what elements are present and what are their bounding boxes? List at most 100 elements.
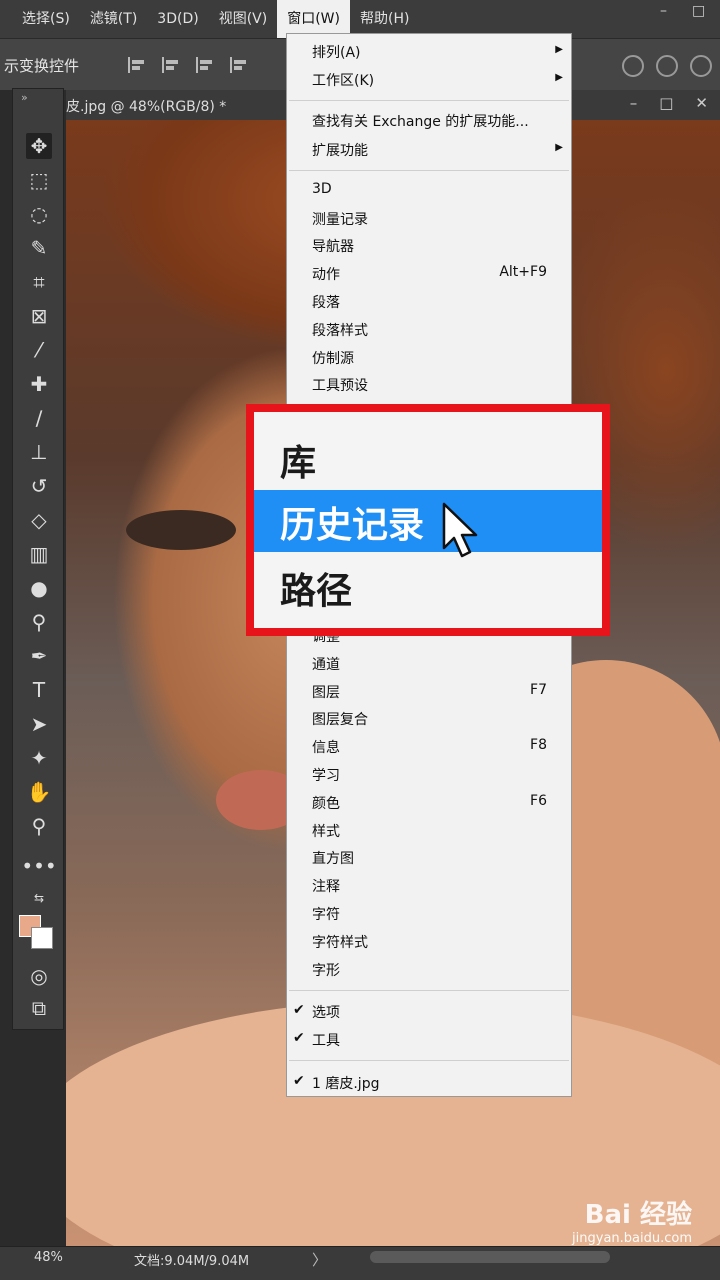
marquee-tool-icon[interactable]: ⬚: [26, 167, 52, 193]
shortcut-layers: F7: [530, 682, 547, 698]
menu-item-styles[interactable]: 样式: [312, 821, 340, 841]
menu-item-color[interactable]: 颜色: [312, 793, 340, 813]
quick-select-tool-icon[interactable]: ✎: [26, 235, 52, 261]
menu-item-measurement-log[interactable]: 测量记录: [312, 209, 368, 229]
document-size-info: 文档:9.04M/9.04M: [134, 1254, 250, 1269]
screen-mode-icon[interactable]: ⧉: [26, 995, 52, 1021]
menu-item-extensions[interactable]: 扩展功能: [312, 140, 368, 160]
lasso-tool-icon[interactable]: ◌: [26, 201, 52, 227]
submenu-arrow-icon: ▶: [555, 142, 563, 153]
menu-item-paragraph[interactable]: 段落: [312, 292, 340, 312]
callout-highlight-row[interactable]: 历史记录: [254, 490, 602, 552]
distribute-icon[interactable]: [230, 57, 248, 73]
move-tool-icon[interactable]: ✥: [26, 133, 52, 159]
maximize-icon[interactable]: □: [692, 4, 706, 18]
path-selection-tool-icon[interactable]: ➤: [26, 711, 52, 737]
eraser-tool-icon[interactable]: ◇: [26, 507, 52, 533]
align-right-icon[interactable]: [196, 57, 214, 73]
zoom-callout: 库 历史记录 路径: [246, 404, 610, 636]
custom-shape-tool-icon[interactable]: ✦: [26, 745, 52, 771]
menu-item-info[interactable]: 信息: [312, 737, 340, 757]
menu-item-character-styles[interactable]: 字符样式: [312, 932, 368, 952]
menu-item-layer-comps[interactable]: 图层复合: [312, 709, 368, 729]
menu-item-channels[interactable]: 通道: [312, 654, 340, 674]
menu-item-find-exchange[interactable]: 查找有关 Exchange 的扩展功能...: [312, 111, 529, 131]
menu-separator: [289, 1060, 569, 1061]
baidu-watermark: Bai 经验 jingyan.baidu.com: [572, 1194, 692, 1246]
menu-item-options[interactable]: 选项: [312, 1002, 340, 1022]
menu-item-histogram[interactable]: 直方图: [312, 848, 354, 868]
pan-3d-icon[interactable]: [690, 55, 712, 77]
menu-item-paragraph-styles[interactable]: 段落样式: [312, 320, 368, 340]
menu-item-learn[interactable]: 学习: [312, 765, 340, 785]
menu-item-clone-source[interactable]: 仿制源: [312, 348, 354, 368]
gradient-tool-icon[interactable]: ▥: [26, 541, 52, 567]
eyedropper-tool-icon[interactable]: ⁄: [26, 337, 52, 363]
doc-minimize-icon[interactable]: –: [630, 94, 638, 112]
tools-panel-collapse-icon[interactable]: »: [13, 89, 63, 107]
menu-filter[interactable]: 滤镜(T): [80, 0, 147, 38]
type-tool-icon[interactable]: T: [26, 677, 52, 703]
crop-tool-icon[interactable]: ⌗: [26, 269, 52, 295]
menu-item-actions[interactable]: 动作: [312, 264, 340, 284]
status-menu-arrow-icon[interactable]: 〉: [312, 1249, 327, 1270]
clone-stamp-tool-icon[interactable]: ⊥: [26, 439, 52, 465]
menu-item-navigator[interactable]: 导航器: [312, 236, 354, 256]
background-color-swatch[interactable]: [31, 927, 53, 949]
shortcut-actions: Alt+F9: [499, 264, 547, 280]
orbit-3d-icon[interactable]: [622, 55, 644, 77]
menu-item-3d[interactable]: 3D: [312, 181, 332, 197]
dodge-tool-icon[interactable]: ⚲: [26, 609, 52, 635]
menu-item-open-document[interactable]: 1 磨皮.jpg: [312, 1073, 379, 1093]
doc-close-icon[interactable]: ✕: [695, 94, 708, 112]
menu-separator: [289, 170, 569, 171]
quick-mask-icon[interactable]: ◎: [26, 963, 52, 989]
menu-item-tools[interactable]: 工具: [312, 1030, 340, 1050]
callout-item-history[interactable]: 历史记录: [280, 496, 424, 548]
hand-tool-icon[interactable]: ✋: [26, 779, 52, 805]
mouse-cursor-icon: [442, 502, 478, 558]
menu-view[interactable]: 视图(V): [209, 0, 278, 38]
horizontal-scrollbar[interactable]: [370, 1251, 610, 1263]
menu-select[interactable]: 选择(S): [12, 0, 80, 38]
checkmark-icon: ✔: [293, 1030, 305, 1046]
menu-separator: [289, 990, 569, 991]
more-tools-icon[interactable]: •••: [21, 853, 56, 879]
menu-item-arrange[interactable]: 排列(A): [312, 42, 361, 62]
window-controls: – □: [660, 4, 706, 18]
menu-item-character[interactable]: 字符: [312, 904, 340, 924]
callout-item-paths[interactable]: 路径: [280, 562, 352, 614]
zoom-tool-icon[interactable]: ⚲: [26, 813, 52, 839]
checkmark-icon: ✔: [293, 1002, 305, 1018]
show-transform-controls-label[interactable]: 示变换控件: [4, 55, 79, 76]
menu-item-workspace[interactable]: 工作区(K): [312, 70, 374, 90]
document-title: 皮.jpg @ 48%(RGB/8) *: [66, 99, 227, 115]
menu-separator: [289, 100, 569, 101]
brush-tool-icon[interactable]: ∕: [26, 405, 52, 431]
healing-brush-tool-icon[interactable]: ✚: [26, 371, 52, 397]
minimize-icon[interactable]: –: [660, 4, 674, 18]
align-left-icon[interactable]: [128, 57, 146, 73]
canvas-photo-eye-area: [126, 510, 236, 550]
swap-colors-icon[interactable]: ⇆: [26, 885, 52, 911]
blur-tool-icon[interactable]: ●: [26, 575, 52, 601]
menu-item-layers[interactable]: 图层: [312, 682, 340, 702]
zoom-level[interactable]: 48%: [34, 1250, 63, 1265]
submenu-arrow-icon: ▶: [555, 72, 563, 83]
submenu-arrow-icon: ▶: [555, 44, 563, 55]
menu-item-tool-presets[interactable]: 工具预设: [312, 375, 368, 395]
roll-3d-icon[interactable]: [656, 55, 678, 77]
3d-mode-icons: [622, 55, 712, 77]
pen-tool-icon[interactable]: ✒: [26, 643, 52, 669]
document-window-controls: – □ ✕: [630, 94, 708, 112]
align-center-icon[interactable]: [162, 57, 180, 73]
doc-maximize-icon[interactable]: □: [659, 94, 673, 112]
status-bar: 48% 文档:9.04M/9.04M 〉: [0, 1246, 720, 1280]
shortcut-info: F8: [530, 737, 547, 753]
frame-tool-icon[interactable]: ⊠: [26, 303, 52, 329]
menu-3d[interactable]: 3D(D): [147, 0, 208, 38]
callout-item-libraries[interactable]: 库: [280, 434, 316, 486]
menu-item-glyphs[interactable]: 字形: [312, 960, 340, 980]
history-brush-tool-icon[interactable]: ↺: [26, 473, 52, 499]
menu-item-notes[interactable]: 注释: [312, 876, 340, 896]
